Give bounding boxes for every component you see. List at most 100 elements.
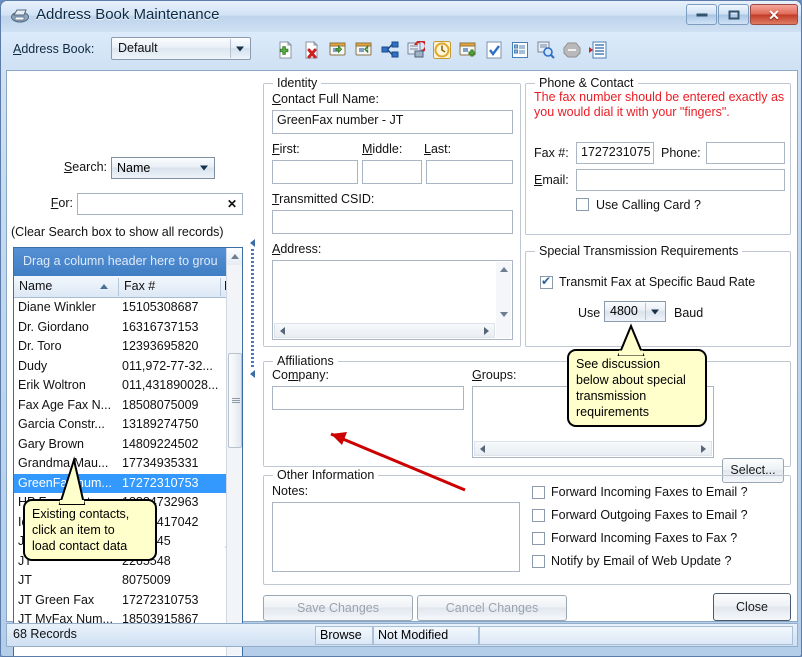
csid-input[interactable] [272,210,513,234]
first-name-input[interactable] [272,160,358,184]
table-row[interactable]: JT Green Fax17272310753 [14,591,228,611]
callout-line: requirements [576,404,698,420]
delete-contact-icon[interactable] [303,41,321,59]
cell-name: Gary Brown [18,437,118,451]
forward-option-checkbox[interactable] [532,532,545,545]
minimize-button[interactable] [686,4,717,25]
forward-option-checkbox[interactable] [532,555,545,568]
splitter-arrow-up-icon[interactable] [250,239,255,247]
table-row[interactable]: JT 8075009 [14,571,228,591]
affiliations-group-title: Affiliations [273,354,338,368]
phone-contact-group: Phone & Contact The fax number should be… [525,83,791,235]
groups-label: Groups: [472,368,516,382]
close-button[interactable]: Close [713,593,791,621]
company-input[interactable] [272,386,464,410]
column-header-fax[interactable]: Fax # [124,279,155,293]
baud-rate-select[interactable]: 4800 [604,301,666,322]
print-list-icon[interactable] [589,41,607,59]
cell-fax: 14809224502 [122,437,222,451]
table-row[interactable]: Diane Winkler15105308687 [14,298,228,318]
cell-fax: 8075009 [122,573,222,587]
header-divider [118,278,119,296]
stop-icon[interactable] [563,41,581,59]
phone-label: Phone: [661,146,701,160]
triangle-up-icon[interactable] [500,267,508,272]
new-contact-icon[interactable] [277,41,295,59]
fax-input[interactable]: 1727231075 [576,142,654,164]
share-contacts-icon[interactable] [381,41,399,59]
groups-horizontal-scrollbar[interactable] [474,441,712,456]
transmit-baud-checkbox[interactable] [540,276,553,289]
triangle-right-icon[interactable] [701,445,706,453]
triangle-down-icon[interactable] [500,312,508,317]
address-input[interactable] [272,260,513,340]
cell-fax: 17272310753 [122,476,222,490]
column-header-name[interactable]: Name [19,279,52,293]
callout-line: click an item to [32,522,148,538]
sort-ascending-icon [100,284,108,289]
table-row[interactable]: Dr. Toro12393695820 [14,337,228,357]
callout-line: Existing contacts, [32,506,148,522]
triangle-right-icon[interactable] [484,327,489,335]
email-input[interactable] [576,169,785,191]
cancel-changes-button[interactable]: Cancel Changes [417,595,567,621]
maximize-button[interactable] [718,4,749,25]
table-row[interactable]: Erik Woltron011,431890028... [14,376,228,396]
contacts-rows[interactable]: Diane Winkler15105308687Dr. Giordano1631… [14,298,228,657]
panel-splitter[interactable] [250,74,256,619]
table-row[interactable]: Garcia Constr...13189274750 [14,415,228,435]
history-clock-icon[interactable] [433,41,451,59]
identity-group-title: Identity [273,76,321,90]
address-label: Address: [272,242,321,256]
other-information-group-title: Other Information [273,468,378,482]
middle-name-input[interactable] [362,160,422,184]
scroll-up-button[interactable] [227,248,243,265]
triangle-left-icon[interactable] [280,327,285,335]
use-calling-card-checkbox[interactable] [576,198,589,211]
save-changes-button[interactable]: Save Changes [263,595,413,621]
grid-vertical-scrollbar[interactable] [226,248,242,657]
forward-option-checkbox[interactable] [532,486,545,499]
forward-option-label: Notify by Email of Web Update ? [551,554,731,568]
add-group-icon[interactable] [459,41,477,59]
chevron-down-icon [200,166,208,171]
cell-name: Dr. Toro [18,339,118,353]
table-row[interactable]: Dr. Giordano16316737153 [14,318,228,338]
clear-x-icon[interactable]: ✕ [227,197,237,211]
close-window-button[interactable]: ✕ [750,4,798,25]
contact-full-name-input[interactable]: GreenFax number - JT [272,110,513,134]
phone-input[interactable] [706,142,785,164]
search-input[interactable]: ✕ [77,193,243,215]
cell-name: JT [18,573,118,587]
address-book-dropdown-button[interactable] [230,39,249,58]
address-horizontal-scrollbar[interactable] [274,323,495,338]
transmit-baud-label: Transmit Fax at Specific Baud Rate [559,275,755,289]
address-vertical-scrollbar[interactable] [496,262,511,338]
table-row[interactable]: Fax Age Fax N...18508075009 [14,396,228,416]
search-field-dropdown-button[interactable] [195,159,213,177]
table-row[interactable]: Dudy011,972-77-32... [14,357,228,377]
export-address-book-icon[interactable] [355,41,373,59]
notes-input[interactable] [272,502,520,572]
table-row[interactable]: Grandma Mau...17734935331 [14,454,228,474]
contacts-grid[interactable]: Drag a column header here to grou Name F… [13,247,243,657]
scrollbar-thumb[interactable] [228,353,242,448]
baud-dropdown-button[interactable] [645,303,664,320]
toolbar-icon-strip [277,41,607,59]
search-contacts-icon[interactable] [537,41,555,59]
last-name-input[interactable] [426,160,513,184]
table-row[interactable]: Gary Brown 14809224502 [14,435,228,455]
table-row[interactable]: GreenFax num...17272310753 [14,474,228,494]
search-field-select[interactable]: Name [111,157,215,179]
address-book-select[interactable]: Default [111,37,251,60]
cell-name: Dudy [18,359,118,373]
group-by-drop-area[interactable]: Drag a column header here to grou [14,248,228,276]
import-address-book-icon[interactable] [329,41,347,59]
splitter-arrow-down-icon[interactable] [250,370,255,378]
check-validate-icon[interactable] [485,41,503,59]
triangle-left-icon[interactable] [480,445,485,453]
callout-line: load contact data [32,538,148,554]
merge-contacts-icon[interactable] [407,41,425,59]
list-properties-icon[interactable] [511,41,529,59]
forward-option-checkbox[interactable] [532,509,545,522]
